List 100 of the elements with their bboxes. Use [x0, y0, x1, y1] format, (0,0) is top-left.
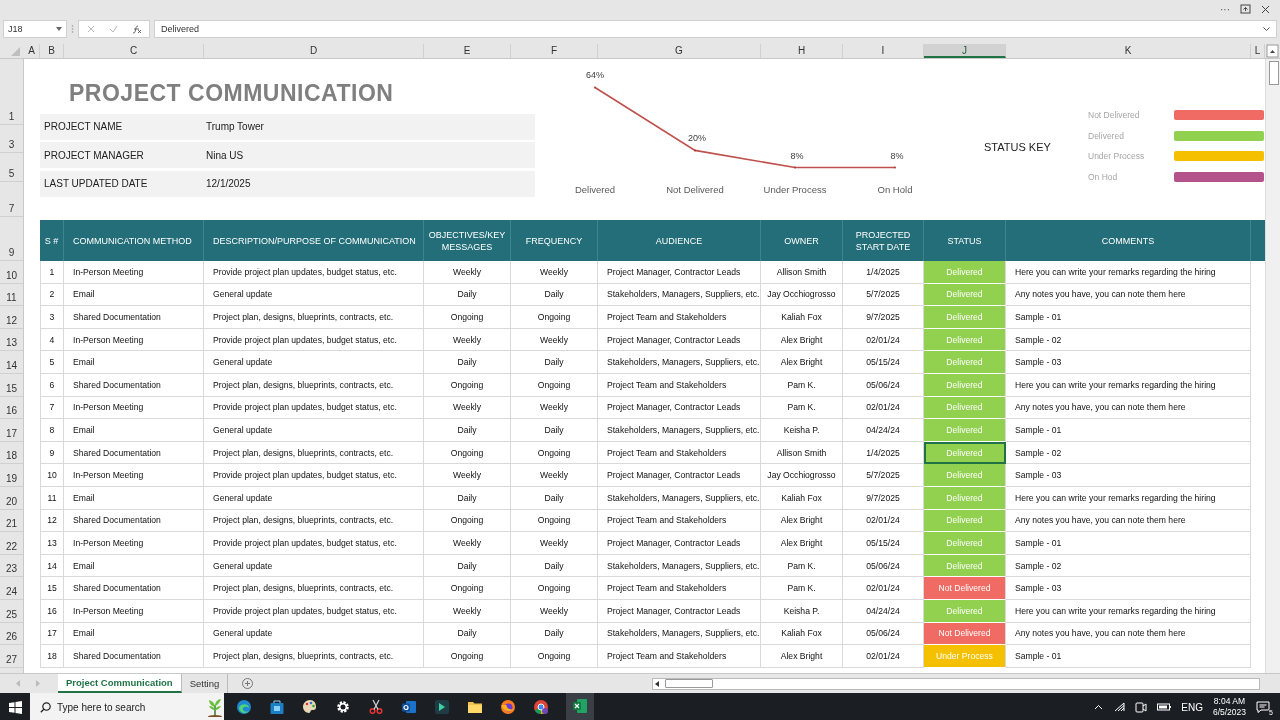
table-cell: Pam K.	[761, 554, 843, 578]
row-header[interactable]: 22	[0, 532, 23, 555]
plant-icon	[206, 697, 224, 717]
scroll-thumb[interactable]	[1269, 61, 1279, 85]
drag-handle-icon[interactable]	[71, 24, 74, 34]
column-header[interactable]: A	[24, 44, 40, 58]
row-header[interactable]: 9	[0, 217, 23, 261]
row-header[interactable]: 20	[0, 486, 23, 510]
row-header[interactable]: 5	[0, 153, 23, 182]
row-header[interactable]: 11	[0, 283, 23, 307]
sheet-tab[interactable]: Project Communication	[58, 674, 182, 693]
row-header[interactable]: 17	[0, 419, 23, 442]
column-header[interactable]: H	[761, 44, 843, 58]
row-header[interactable]: 25	[0, 599, 23, 623]
check-icon[interactable]	[109, 25, 118, 33]
column-heading: COMMUNICATION METHOD	[64, 220, 204, 261]
table-cell: Provide project plan updates, budget status, etc.	[204, 328, 424, 352]
table-cell: Ongoing	[511, 373, 598, 397]
dropdown-arrow-icon[interactable]	[56, 27, 62, 31]
expand-icon[interactable]	[1263, 27, 1270, 31]
store-bag-icon[interactable]	[269, 699, 285, 715]
status-key-title: STATUS KEY	[983, 140, 1052, 155]
row-header[interactable]: 1	[0, 59, 23, 125]
table-cell: 1	[40, 261, 64, 284]
folder-icon[interactable]	[467, 699, 483, 715]
chevron-up-icon[interactable]	[1094, 704, 1104, 710]
row-header[interactable]: 10	[0, 261, 23, 284]
scroll-thumb[interactable]	[665, 679, 713, 688]
more-options-button[interactable]: ···	[1220, 3, 1230, 15]
table-cell: Stakeholders, Managers, Suppliers, etc.	[598, 622, 761, 646]
clock-time[interactable]: 8:04 AM	[1213, 696, 1246, 707]
spreadsheet-icon[interactable]	[572, 698, 588, 714]
restore-window-icon[interactable]	[1240, 4, 1251, 14]
row-header[interactable]: 21	[0, 509, 23, 533]
table-cell: Email	[64, 622, 204, 646]
row-header[interactable]: 27	[0, 645, 23, 668]
table-cell: Here you can write your remarks regarding the hiring	[1006, 599, 1251, 623]
table-cell: Pam K.	[761, 396, 843, 420]
wifi-icon[interactable]	[1113, 702, 1126, 712]
table-cell: Project plan, designs, blueprints, contracts, etc.	[204, 441, 424, 465]
row-header[interactable]: 14	[0, 351, 23, 374]
row-header[interactable]: 19	[0, 464, 23, 487]
scroll-left-icon[interactable]	[653, 679, 661, 688]
row-header[interactable]: 15	[0, 373, 23, 397]
column-header[interactable]: C	[64, 44, 204, 58]
scissors-icon[interactable]	[368, 699, 384, 715]
column-header[interactable]: B	[40, 44, 64, 58]
table-cell: Ongoing	[424, 509, 511, 533]
table-cell: Provide project plan updates, budget status, etc.	[204, 464, 424, 487]
fox-browser-icon[interactable]	[500, 699, 516, 715]
table-cell: Weekly	[424, 261, 511, 284]
search-icon	[40, 701, 51, 713]
row-header[interactable]: 24	[0, 577, 23, 600]
windows-logo-icon[interactable]	[8, 700, 22, 714]
row-header[interactable]: 23	[0, 554, 23, 578]
table-cell: Provide project plan updates, budget status, etc.	[204, 396, 424, 420]
taskbar-search-field[interactable]: Type here to search	[30, 693, 224, 720]
name-box[interactable]: J18	[3, 20, 67, 38]
mail-icon[interactable]	[401, 699, 417, 715]
column-header[interactable]: J	[924, 44, 1006, 58]
language-indicator[interactable]: ENG	[1181, 701, 1203, 713]
table-cell: Alex Bright	[761, 509, 843, 533]
row-header[interactable]: 3	[0, 125, 23, 153]
table-cell: Project Team and Stakeholders	[598, 645, 761, 668]
column-header[interactable]: F	[511, 44, 598, 58]
table-cell: Email	[64, 419, 204, 442]
close-icon[interactable]	[1261, 4, 1270, 14]
table-cell: Project Manager, Contractor Leads	[598, 599, 761, 623]
browser-icon[interactable]	[236, 699, 252, 715]
notifications-icon[interactable]	[1256, 701, 1270, 713]
row-header[interactable]: 26	[0, 622, 23, 646]
table-cell: Alex Bright	[761, 351, 843, 374]
column-header[interactable]: L	[1251, 44, 1265, 58]
table-cell: Ongoing	[424, 306, 511, 329]
table-cell: 8	[40, 419, 64, 442]
scroll-up-icon[interactable]	[1265, 44, 1280, 58]
table-cell: Weekly	[424, 328, 511, 352]
vertical-scrollbar[interactable]	[1265, 59, 1280, 673]
clock-date[interactable]: 6/5/2023	[1212, 707, 1246, 718]
row-header[interactable]: 18	[0, 441, 23, 465]
table-cell: Daily	[424, 622, 511, 646]
chrome-browser-icon[interactable]	[533, 699, 549, 715]
row-header[interactable]: 12	[0, 306, 23, 329]
table-cell: General update	[204, 486, 424, 510]
column-header[interactable]: E	[424, 44, 511, 58]
add-sheet-icon[interactable]	[242, 678, 254, 689]
function-icon[interactable]	[132, 24, 142, 34]
horizontal-scrollbar[interactable]	[652, 677, 1260, 690]
settings-icon[interactable]	[335, 699, 351, 715]
battery-icon[interactable]	[1157, 703, 1172, 711]
row-header[interactable]: 7	[0, 182, 23, 217]
table-cell: Sample - 02	[1006, 554, 1251, 578]
column-header[interactable]: D	[204, 44, 424, 58]
table-cell: Weekly	[511, 261, 598, 284]
palette-icon[interactable]	[302, 699, 318, 715]
column-header[interactable]: K	[1006, 44, 1251, 58]
formula-field[interactable]: Delivered	[154, 20, 1277, 38]
row-header[interactable]: 13	[0, 328, 23, 352]
row-header[interactable]: 16	[0, 396, 23, 420]
column-header[interactable]: G	[598, 44, 761, 58]
